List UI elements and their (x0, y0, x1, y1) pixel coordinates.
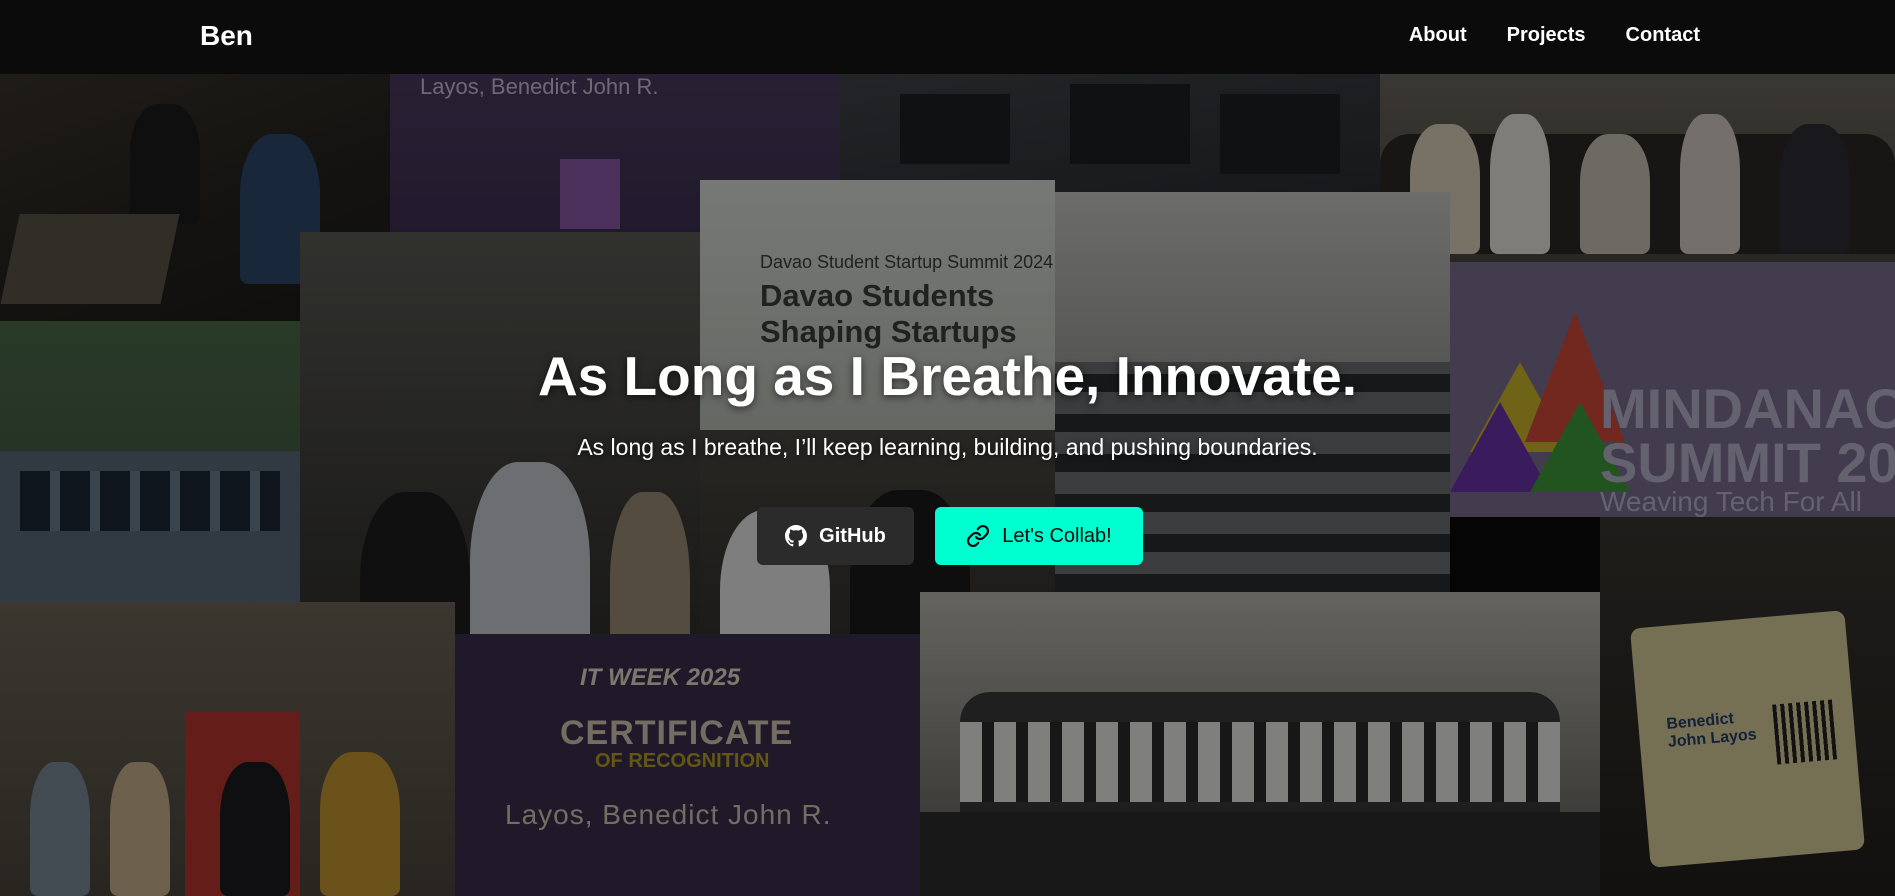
github-button-label: GitHub (819, 524, 886, 547)
github-button[interactable]: GitHub (757, 507, 914, 565)
collab-button-label: Let's Collab! (1002, 524, 1112, 547)
github-icon (785, 525, 808, 547)
hero-title: As Long as I Breathe, Innovate. (537, 345, 1358, 407)
nav-links: About Projects Contact (1409, 24, 1700, 47)
link-icon (966, 524, 990, 548)
hero-subtitle: As long as I breathe, I’ll keep learning… (577, 434, 1318, 460)
nav-link-about[interactable]: About (1409, 24, 1467, 47)
brand-logo[interactable]: Ben (200, 20, 253, 52)
collab-button[interactable]: Let's Collab! (935, 507, 1143, 565)
nav-link-contact[interactable]: Contact (1626, 24, 1700, 47)
nav-link-projects[interactable]: Projects (1507, 24, 1586, 47)
hero-section: As Long as I Breathe, Innovate. As long … (0, 74, 1895, 896)
navbar: Ben About Projects Contact (0, 0, 1895, 74)
